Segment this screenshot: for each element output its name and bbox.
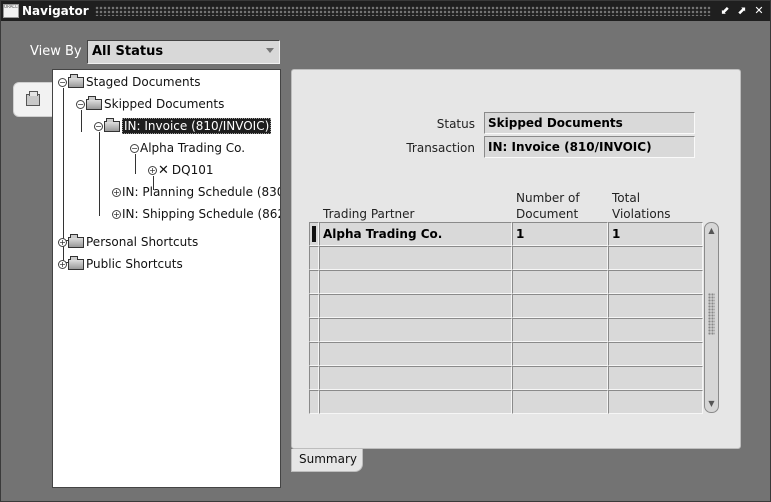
view-by-select[interactable]: All Status: [87, 40, 280, 64]
tree-node-label: IN: Invoice (810/INVOIC): [122, 118, 272, 134]
navigator-window: ORACLE Navigator ⬋ ⬈ ✕ View By All Statu…: [0, 0, 771, 502]
collapse-icon[interactable]: −: [76, 99, 85, 109]
navigator-tree: − Staged Documents − Skipped Documents −…: [52, 69, 281, 488]
tree-node-label: IN: Shipping Schedule (862: [122, 207, 281, 221]
column-header-number-line1: Number of: [516, 191, 580, 205]
trading-partner-cell[interactable]: [319, 294, 512, 318]
column-header-total-line1: Total: [612, 191, 641, 205]
record-indicator[interactable]: [309, 366, 319, 390]
trading-partner-cell[interactable]: [319, 246, 512, 270]
total-violations-cell[interactable]: [608, 390, 703, 414]
tree-connector: [99, 132, 100, 216]
current-record-indicator[interactable]: [309, 222, 319, 246]
title-bar[interactable]: ORACLE Navigator ⬋ ⬈ ✕: [1, 1, 770, 21]
close-icon[interactable]: ✕: [753, 5, 765, 17]
tree-node-label: IN: Planning Schedule (830: [122, 185, 281, 199]
shortcut-folder-icon: [68, 233, 84, 248]
record-indicator[interactable]: [309, 342, 319, 366]
view-by-label: View By: [30, 44, 82, 59]
number-of-document-cell[interactable]: [512, 294, 608, 318]
record-indicator[interactable]: [309, 294, 319, 318]
collapse-icon[interactable]: −: [94, 121, 103, 131]
expand-icon[interactable]: +: [58, 237, 67, 247]
column-header-trading-partner: Trading Partner: [323, 207, 415, 221]
total-violations-cell[interactable]: [608, 270, 703, 294]
column-header-number-line2: Document: [516, 207, 579, 221]
tree-node-label: Public Shortcuts: [86, 257, 183, 271]
window-title: Navigator: [22, 4, 89, 18]
status-field[interactable]: Skipped Documents: [484, 112, 695, 134]
total-violations-cell[interactable]: [608, 366, 703, 390]
expand-icon[interactable]: +: [112, 209, 121, 219]
tree-node-dq101[interactable]: + ✕ DQ101: [148, 161, 214, 179]
tree-node-skipped-documents[interactable]: − Skipped Documents: [76, 95, 224, 113]
tree-node-label: Staged Documents: [86, 75, 201, 89]
record-indicator[interactable]: [309, 246, 319, 270]
trading-partner-cell[interactable]: [319, 366, 512, 390]
column-header-total-line2: Violations: [612, 207, 671, 221]
expand-icon[interactable]: +: [148, 165, 157, 175]
number-of-document-cell[interactable]: 1: [512, 222, 608, 246]
tree-node-invoice[interactable]: − IN: Invoice (810/INVOIC): [94, 117, 272, 135]
transaction-field[interactable]: IN: Invoice (810/INVOIC): [484, 136, 695, 158]
tree-node-label: Personal Shortcuts: [86, 235, 199, 249]
scroll-grip-icon[interactable]: [708, 293, 715, 335]
tree-node-shipping-schedule[interactable]: + IN: Shipping Schedule (862: [112, 205, 281, 223]
number-of-document-cell[interactable]: [512, 246, 608, 270]
expand-icon[interactable]: +: [58, 259, 67, 269]
collapse-icon[interactable]: −: [58, 77, 67, 87]
tree-node-planning-schedule[interactable]: + IN: Planning Schedule (830: [112, 183, 281, 201]
tree-node-alpha-trading[interactable]: − Alpha Trading Co.: [130, 139, 245, 157]
total-violations-cell[interactable]: [608, 246, 703, 270]
number-of-document-cell[interactable]: [512, 342, 608, 366]
collapse-icon[interactable]: −: [130, 143, 139, 153]
trading-partner-cell[interactable]: Alpha Trading Co.: [319, 222, 512, 246]
number-of-document-cell[interactable]: [512, 270, 608, 294]
scroll-down-icon[interactable]: ▼: [705, 397, 718, 411]
tree-node-label: DQ101: [171, 163, 214, 177]
trading-partner-cell[interactable]: [319, 270, 512, 294]
tab-summary[interactable]: Summary: [291, 449, 363, 472]
tree-node-public-shortcuts[interactable]: + Public Shortcuts: [58, 255, 183, 273]
tree-node-staged-documents[interactable]: − Staged Documents: [58, 73, 201, 91]
title-bar-pattern: [94, 6, 711, 16]
trading-partner-cell[interactable]: [319, 342, 512, 366]
number-of-document-cell[interactable]: [512, 390, 608, 414]
trading-partner-cell[interactable]: [319, 390, 512, 414]
transaction-label: Transaction: [406, 141, 475, 155]
navigator-side-tab[interactable]: [13, 82, 53, 117]
scroll-up-icon[interactable]: ▲: [705, 224, 718, 238]
oracle-app-icon: ORACLE: [3, 4, 19, 18]
folder-tab-icon: [26, 90, 40, 106]
shortcut-folder-icon: [68, 255, 84, 270]
total-violations-cell[interactable]: [608, 318, 703, 342]
total-violations-cell[interactable]: [608, 294, 703, 318]
total-violations-cell[interactable]: 1: [608, 222, 703, 246]
maximize-icon[interactable]: ⬈: [736, 5, 748, 17]
number-of-document-cell[interactable]: [512, 366, 608, 390]
tree-node-label: Skipped Documents: [104, 97, 225, 111]
minimize-icon[interactable]: ⬋: [719, 5, 731, 17]
error-x-icon: ✕: [158, 162, 169, 178]
trading-partner-cell[interactable]: [319, 318, 512, 342]
record-indicator[interactable]: [309, 318, 319, 342]
expand-icon[interactable]: +: [112, 187, 121, 197]
open-folder-icon: [68, 73, 84, 88]
number-of-document-cell[interactable]: [512, 318, 608, 342]
view-by-value: All Status: [92, 44, 164, 59]
status-label: Status: [436, 117, 475, 131]
table-scrollbar[interactable]: ▲ ▼: [704, 222, 719, 413]
record-indicator[interactable]: [309, 390, 319, 414]
dropdown-arrow-icon[interactable]: [266, 48, 274, 53]
record-indicator[interactable]: [309, 270, 319, 294]
tree-node-label: Alpha Trading Co.: [140, 141, 246, 155]
open-folder-icon: [86, 95, 102, 110]
tree-node-personal-shortcuts[interactable]: + Personal Shortcuts: [58, 233, 198, 251]
tree-connector: [81, 110, 82, 132]
tree-connector: [135, 154, 136, 174]
open-folder-icon: [104, 117, 120, 132]
total-violations-cell[interactable]: [608, 342, 703, 366]
